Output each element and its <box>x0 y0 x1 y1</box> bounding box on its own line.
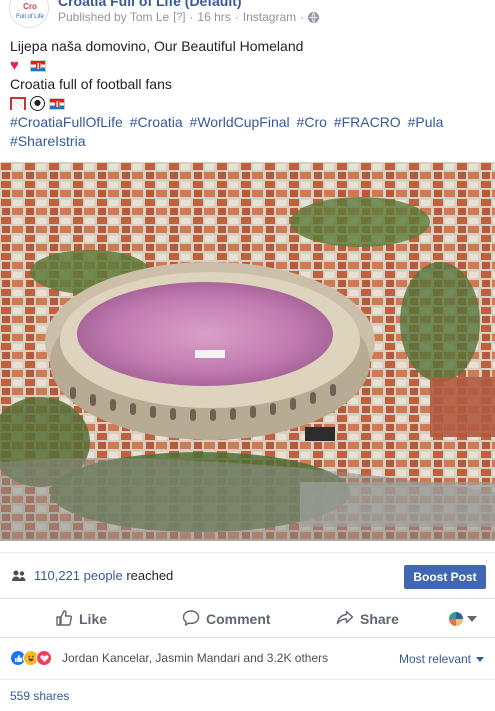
svg-text:Cro: Cro <box>23 2 37 11</box>
comment-label: Comment <box>206 611 271 627</box>
reaction-icons[interactable] <box>10 650 52 666</box>
post-timestamp[interactable]: 16 hrs <box>197 10 230 24</box>
hashtag-link[interactable]: #FRACRO <box>334 114 401 130</box>
comment-sort-dropdown[interactable]: Most relevant <box>399 652 484 666</box>
globe-icon[interactable] <box>308 11 320 23</box>
meta-separator: · <box>234 10 239 24</box>
share-button[interactable]: Share <box>336 608 399 630</box>
heart-icon: ♥ <box>10 56 19 74</box>
emoji-row-1: ♥ <box>10 56 490 75</box>
post-meta: Published by Tom Le [?] · 16 hrs · Insta… <box>58 10 320 24</box>
svg-text:Full of Life: Full of Life <box>16 14 44 20</box>
meta-separator: · <box>300 10 305 24</box>
sort-label: Most relevant <box>398 652 471 666</box>
shares-count: 559 shares <box>0 679 495 711</box>
share-label: Share <box>360 611 399 627</box>
hashtag-link[interactable]: #CroatiaFullOfLife <box>10 114 123 130</box>
hashtag-link[interactable]: #Croatia <box>130 114 183 130</box>
croatian-flag-icon <box>30 59 46 72</box>
help-icon[interactable]: [?] <box>173 11 185 23</box>
reaction-names-link[interactable]: Jordan Kancelar, Jasmin Mandari and 3.2K… <box>62 651 328 665</box>
like-label: Like <box>79 611 108 627</box>
published-by[interactable]: Published by Tom Le <box>58 10 169 24</box>
post-message: Lijepa naša domovino, Our Beautiful Home… <box>10 37 490 151</box>
love-reaction-icon <box>36 650 52 666</box>
chevron-down-icon <box>467 616 477 622</box>
share-icon <box>336 609 354 630</box>
like-button[interactable]: Like <box>55 608 107 630</box>
post-as-selector[interactable] <box>449 608 477 630</box>
reach-bar: 110,221 people reached Boost Post <box>0 552 495 598</box>
chevron-down-icon <box>476 656 484 662</box>
hashtag-list: #CroatiaFullOfLife #Croatia #WorldCupFin… <box>10 113 490 151</box>
post-source: Instagram <box>242 10 297 24</box>
reach-summary: 110,221 people reached <box>34 568 173 583</box>
post-line-3: Croatia full of football fans <box>10 76 172 92</box>
page-name-link[interactable]: Croatia Full of Life (Default) <box>58 0 242 9</box>
meta-separator: · <box>189 10 194 24</box>
hashtag-link[interactable]: #Pula <box>408 114 444 130</box>
comment-icon <box>182 609 200 630</box>
emoji-row-2 <box>10 94 490 113</box>
thumbs-up-icon <box>55 609 73 630</box>
hashtag-link[interactable]: #ShareIstria <box>10 133 85 149</box>
reach-suffix: reached <box>126 568 174 583</box>
goal-icon <box>10 97 26 110</box>
shares-link[interactable]: 559 shares <box>10 689 69 703</box>
boost-post-button[interactable]: Boost Post <box>404 565 486 589</box>
people-icon <box>12 569 26 581</box>
page-avatar[interactable]: Cro Full of Life <box>9 0 49 28</box>
page-mini-avatar <box>449 612 463 626</box>
post-header: Cro Full of Life Croatia Full of Life (D… <box>0 0 495 30</box>
post-line-1: Lijepa naša domovino, Our Beautiful Home… <box>10 38 304 54</box>
reactions-summary: Jordan Kancelar, Jasmin Mandari and 3.2K… <box>0 646 495 668</box>
hashtag-link[interactable]: #Cro <box>297 114 327 130</box>
hashtag-link[interactable]: #WorldCupFinal <box>190 114 290 130</box>
post-photo[interactable] <box>0 162 495 541</box>
comment-button[interactable]: Comment <box>182 608 271 630</box>
reach-count-link[interactable]: 110,221 people <box>34 568 123 583</box>
soccer-ball-icon <box>30 96 45 111</box>
croatian-flag-icon <box>49 97 65 110</box>
post-actions-bar: Like Comment Share <box>0 598 495 638</box>
